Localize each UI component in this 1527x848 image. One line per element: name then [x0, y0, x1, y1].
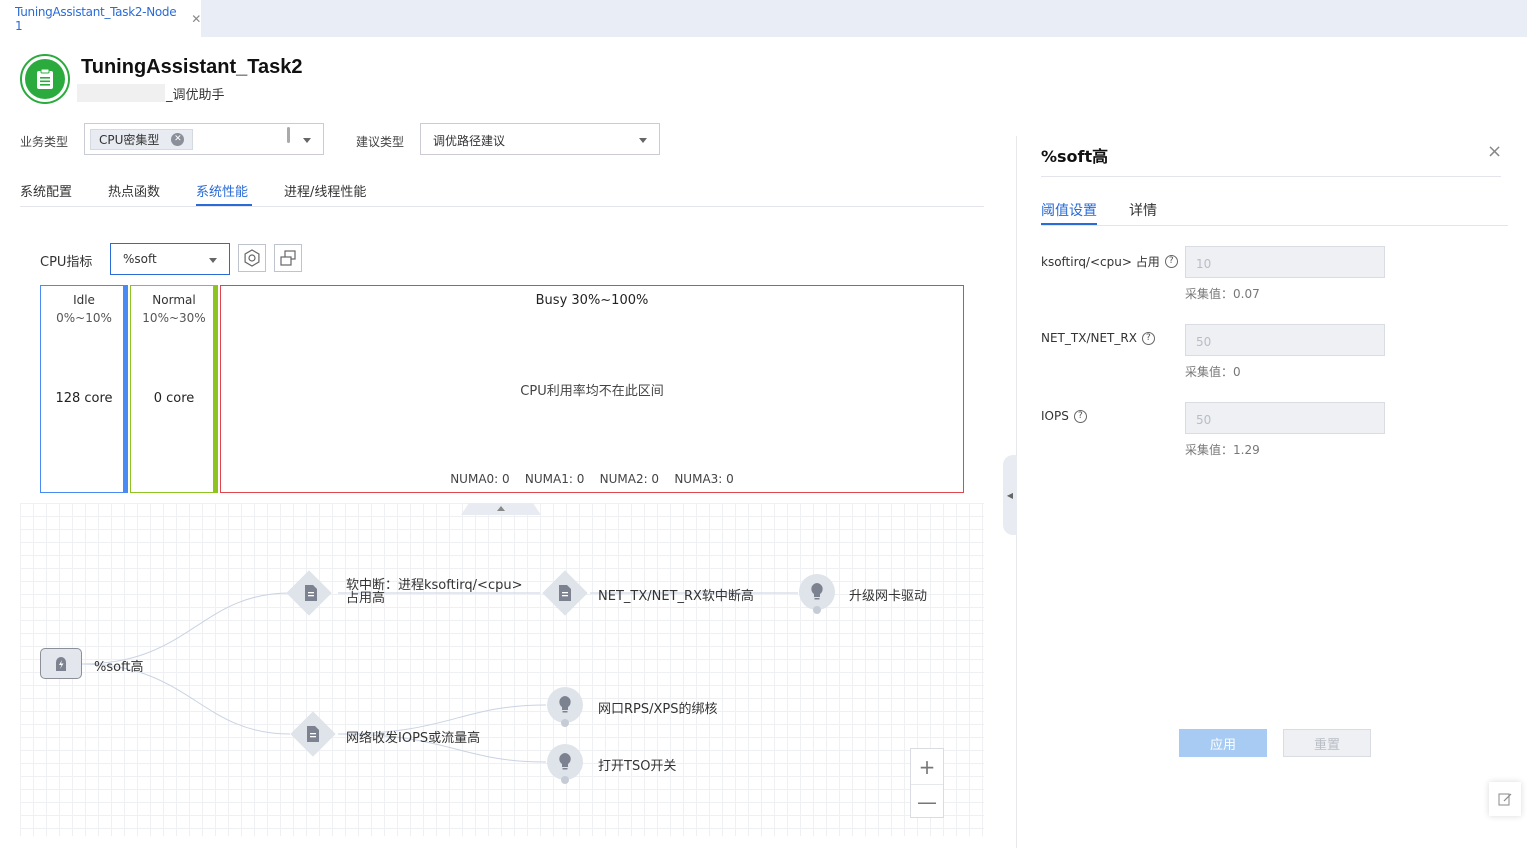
field-label-iops: IOPS ?	[1041, 409, 1087, 423]
field-label-iops-text: IOPS	[1041, 409, 1069, 423]
detail-panel	[1016, 136, 1527, 848]
field-label-net-text: NET_TX/NET_RX	[1041, 331, 1137, 345]
field-label-net: NET_TX/NET_RX ?	[1041, 331, 1155, 345]
graph-edges	[81, 592, 798, 763]
collected-value-ksoftirq: 采集值：0.07	[1185, 287, 1260, 301]
help-icon[interactable]: ?	[1073, 409, 1087, 423]
threshold-input-ksoftirq[interactable]: 10	[1185, 246, 1385, 278]
zoom-controls: + —	[910, 748, 944, 818]
document-icon	[305, 585, 317, 601]
node-port	[561, 719, 569, 727]
close-icon[interactable]: ×	[1487, 141, 1502, 162]
panel-tabs: 阈值设置 详情	[1041, 198, 1508, 226]
reset-button[interactable]: 重置	[1283, 729, 1371, 757]
suggestion-node-rps-label: 网口RPS/XPS的绑核	[598, 702, 718, 717]
lightbulb-icon	[811, 583, 823, 600]
alert-icon	[56, 656, 66, 671]
cause-node-iops-label: 网络收发IOPS或流量高	[346, 731, 481, 746]
node-port	[813, 606, 821, 614]
suggestion-node-tso[interactable]	[547, 744, 583, 780]
root-node[interactable]	[40, 648, 82, 679]
document-icon	[307, 726, 319, 742]
suggestion-node-rps[interactable]	[547, 687, 583, 723]
edit-icon	[1498, 793, 1512, 806]
help-icon[interactable]: ?	[1164, 255, 1178, 268]
cause-node-softirq-label: 软中断：进程ksoftirq/<cpu> 占用高	[346, 579, 522, 605]
collected-value-net: 采集值：0	[1185, 365, 1241, 379]
active-tab-indicator	[1041, 223, 1097, 225]
feedback-button[interactable]	[1489, 782, 1521, 816]
tab-details[interactable]: 详情	[1129, 200, 1157, 220]
document-icon	[559, 585, 571, 601]
cause-node-net-label: NET_TX/NET_RX软中断高	[598, 589, 754, 604]
threshold-input-iops[interactable]: 50	[1185, 402, 1385, 434]
chevron-left-icon: ◀	[1006, 490, 1014, 500]
zoom-in-button[interactable]: +	[911, 749, 943, 784]
tab-threshold-settings[interactable]: 阈值设置	[1041, 200, 1097, 220]
suggestion-node-driver[interactable]	[799, 574, 835, 610]
divider	[1041, 176, 1501, 177]
apply-button[interactable]: 应用	[1179, 729, 1267, 757]
panel-title: %soft高	[1041, 147, 1109, 166]
root-node-label: %soft高	[94, 660, 144, 675]
lightbulb-icon	[559, 753, 571, 770]
help-icon[interactable]: ?	[1141, 331, 1155, 345]
field-label-ksoftirq-text: ksoftirq/<cpu> 占用	[1041, 255, 1160, 269]
lightbulb-icon	[559, 696, 571, 713]
threshold-input-net[interactable]: 50	[1185, 324, 1385, 356]
panel-toggle-handle[interactable]: ◀	[1003, 455, 1017, 535]
suggestion-node-tso-label: 打开TSO开关	[598, 759, 677, 774]
field-label-ksoftirq: ksoftirq/<cpu> 占用 ?	[1041, 253, 1178, 270]
collected-value-iops: 采集值：1.29	[1185, 443, 1260, 457]
zoom-out-button[interactable]: —	[911, 784, 943, 819]
node-port	[561, 776, 569, 784]
cause-node-softirq-line2: 占用高	[346, 591, 386, 606]
suggestion-node-driver-label: 升级网卡驱动	[849, 589, 928, 604]
